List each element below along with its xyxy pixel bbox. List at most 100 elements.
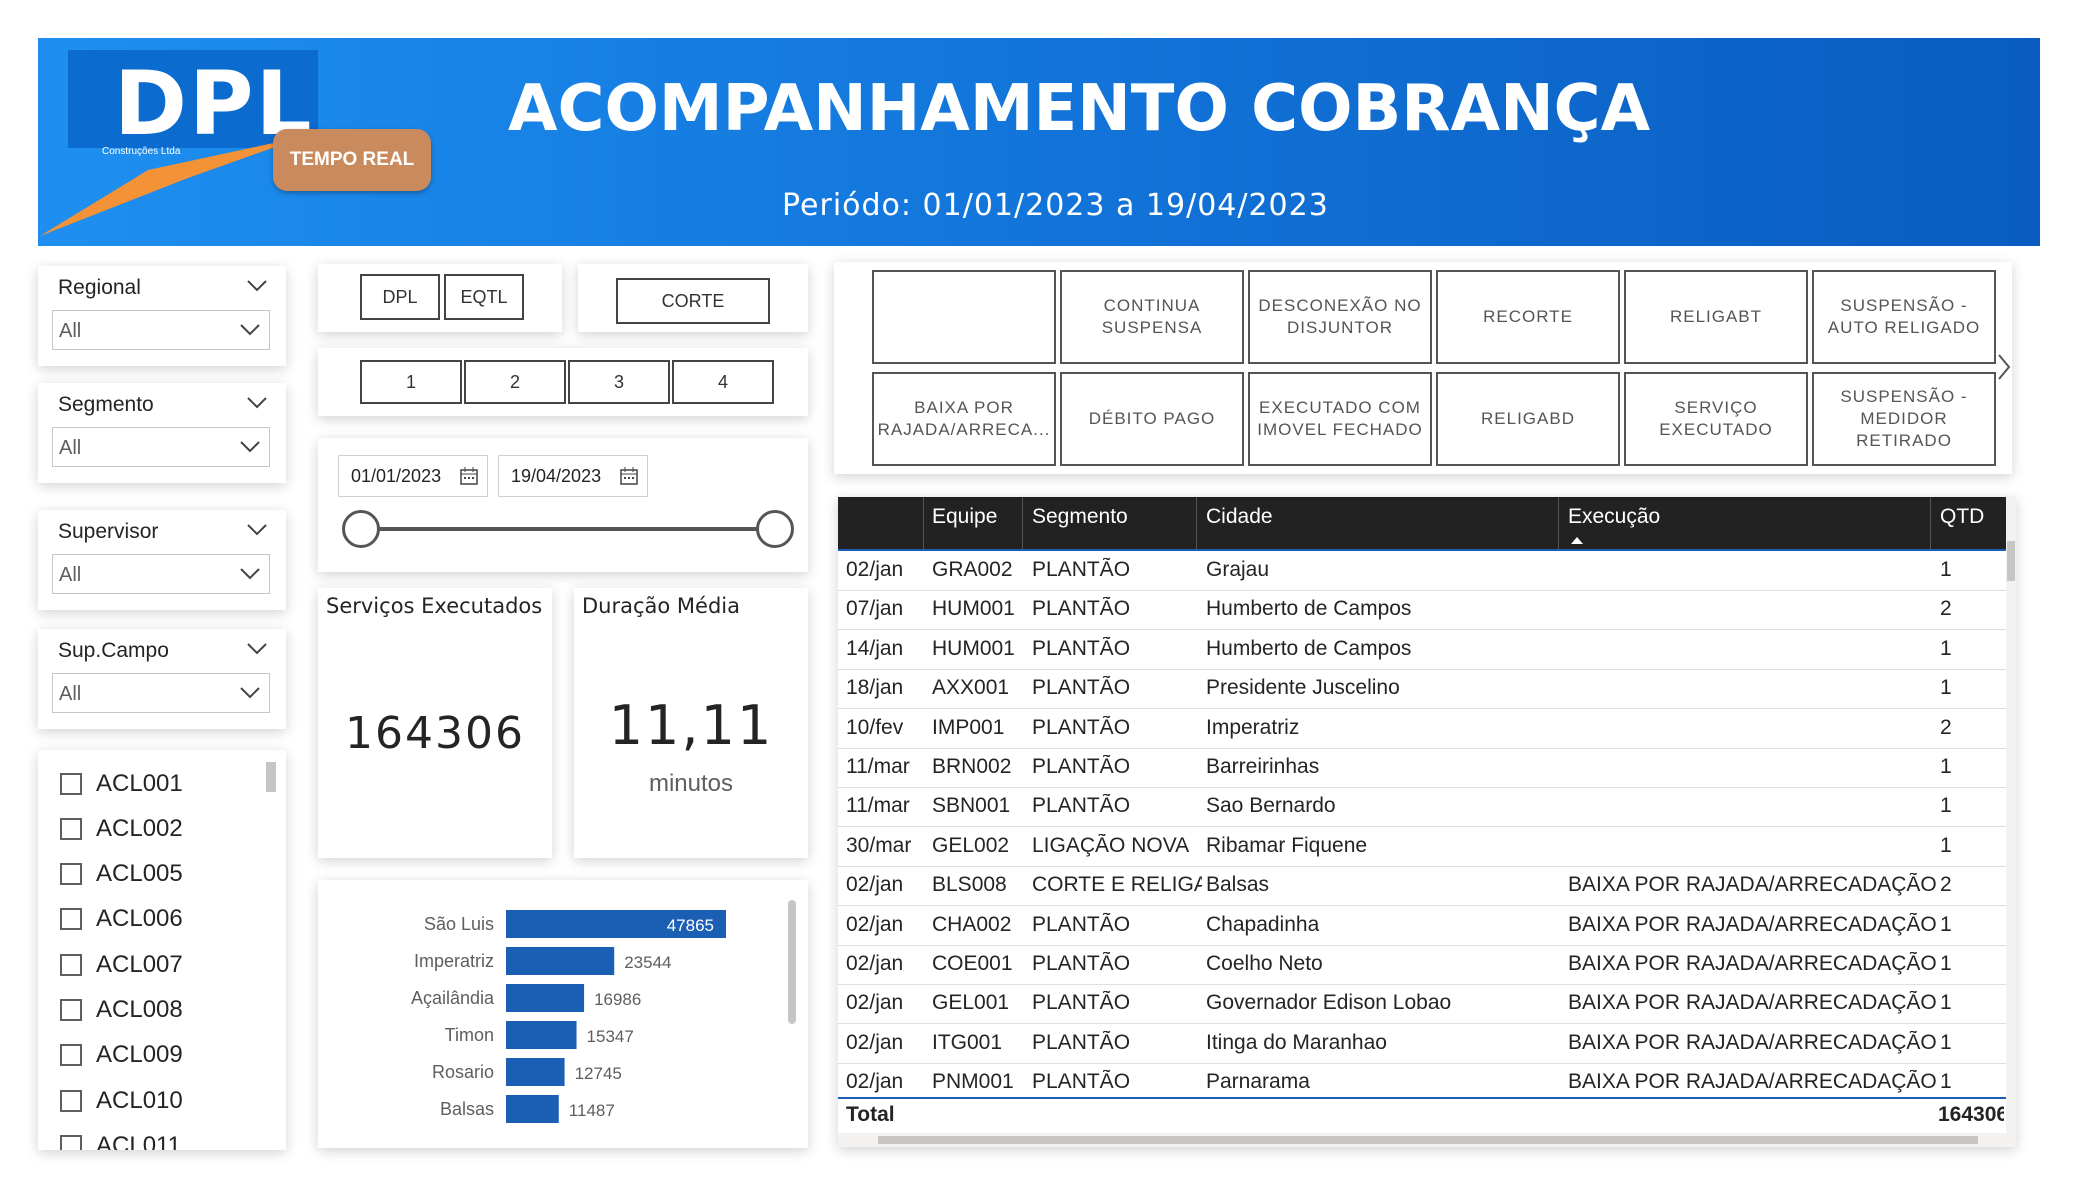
tile-button[interactable]: RELIGABD (1436, 372, 1620, 466)
table-row[interactable]: 14/jan HUM001 PLANTÃO Humberto de Campos 1 (838, 630, 2006, 670)
slicer-supervisor[interactable]: Supervisor All (38, 510, 286, 610)
slicer-regional[interactable]: Regional All (38, 266, 286, 366)
table-row[interactable]: 02/jan PNM001 PLANTÃO Parnarama BAIXA POR RA… (838, 1063, 2006, 1101)
list-item[interactable]: ACL006 (60, 897, 183, 941)
checkbox[interactable] (60, 954, 82, 976)
tile-button[interactable]: SUSPENSÃO - MEDIDOR RETIRADO (1812, 372, 1996, 466)
date-range-slicer[interactable]: 01/01/2023 19/04/2023 (318, 438, 808, 572)
chevron-down-icon[interactable] (246, 395, 268, 411)
number-button-4[interactable]: 4 (672, 360, 774, 404)
calendar-icon[interactable] (459, 466, 479, 486)
column-header[interactable]: QTD (1940, 505, 1984, 529)
table-row[interactable]: 11/mar BRN002 PLANTÃO Barreirinhas 1 (838, 748, 2006, 788)
checkbox[interactable] (60, 773, 82, 795)
list-item[interactable]: ACL002 (60, 807, 183, 851)
checkbox[interactable] (60, 818, 82, 840)
tile-button[interactable]: RELIGABT (1624, 270, 1808, 364)
tile-button[interactable]: EXECUTADO COM IMOVEL FECHADO (1248, 372, 1432, 466)
number-button-1[interactable]: 1 (360, 360, 462, 404)
scrollbar[interactable] (788, 900, 796, 1024)
calendar-icon[interactable] (619, 466, 639, 486)
bar[interactable] (506, 1058, 565, 1086)
end-date-value: 19/04/2023 (511, 465, 602, 486)
table-row[interactable]: 02/jan CHA002 PLANTÃO Chapadinha BAIXA POR R… (838, 906, 2006, 946)
team-checklist[interactable]: ACL001 ACL002 ACL005 ACL006 ACL007 ACL00… (38, 750, 286, 1150)
sup-campo-dropdown[interactable]: All (52, 673, 270, 713)
vertical-scrollbar[interactable] (2006, 497, 2016, 1147)
segmento-dropdown[interactable]: All (52, 427, 270, 467)
chevron-down-icon[interactable] (246, 278, 268, 294)
checkbox[interactable] (60, 1044, 82, 1066)
table-row[interactable]: 10/fev IMP001 PLANTÃO Imperatriz 2 (838, 709, 2006, 749)
tile-button[interactable]: CONTINUA SUSPENSA (1060, 270, 1244, 364)
checkbox[interactable] (60, 999, 82, 1021)
table-row[interactable]: 02/jan GEL001 PLANTÃO Governador Edison Lob… (838, 984, 2006, 1025)
start-date-input[interactable]: 01/01/2023 (338, 455, 488, 497)
chevron-right-icon[interactable] (1996, 352, 2012, 382)
list-item[interactable]: ACL011 (60, 1124, 181, 1150)
table-cell: SBN001 (932, 794, 1011, 818)
tile-button[interactable]: SERVIÇO EXECUTADO (1624, 372, 1808, 466)
scrollbar-thumb[interactable] (2007, 541, 2015, 581)
table-row[interactable]: 18/jan AXX001 PLANTÃO Presidente Juscelino 1 (838, 669, 2006, 710)
list-item[interactable]: ACL005 (60, 852, 183, 896)
tile-button[interactable]: SUSPENSÃO - AUTO RELIGADO (1812, 270, 1996, 364)
start-handle[interactable] (342, 510, 380, 548)
column-header[interactable]: Cidade (1206, 505, 1273, 529)
checkbox[interactable] (60, 863, 82, 885)
scrollbar[interactable] (266, 762, 276, 792)
horizontal-scrollbar[interactable] (838, 1133, 2006, 1147)
table-row[interactable]: 02/jan GRA002 PLANTÃO Grajau 1 (838, 551, 2006, 591)
table-row[interactable]: 07/jan HUM001 PLANTÃO Humberto de Campos 2 (838, 590, 2006, 631)
dropdown-value: All (59, 564, 82, 586)
number-button-2[interactable]: 2 (464, 360, 566, 404)
bar-value-label: 12745 (575, 1064, 622, 1083)
supervisor-dropdown[interactable]: All (52, 554, 270, 594)
regional-dropdown[interactable]: All (52, 310, 270, 350)
bar[interactable] (506, 1021, 577, 1049)
end-date-input[interactable]: 19/04/2023 (498, 455, 648, 497)
corte-button[interactable]: CORTE (616, 278, 770, 324)
table-cell: 02/jan (846, 912, 904, 936)
tile-button[interactable] (872, 270, 1056, 364)
chevron-down-icon[interactable] (246, 641, 268, 657)
scrollbar-thumb[interactable] (878, 1136, 1978, 1144)
checkbox[interactable] (60, 1135, 82, 1150)
column-header[interactable]: Equipe (932, 505, 997, 529)
checkbox[interactable] (60, 908, 82, 930)
table-row[interactable]: 02/jan COE001 PLANTÃO Coelho Neto BAIXA POR … (838, 945, 2006, 985)
table-row[interactable]: 30/mar GEL002 LIGAÇÃO NOVA Ribamar Fiquene 1 (838, 827, 2006, 867)
list-item[interactable]: ACL009 (60, 1033, 183, 1077)
table-cell: 02/jan (846, 873, 904, 897)
services-table[interactable]: Equipe Segmento Cidade Execução QTD 02/j… (838, 497, 2016, 1147)
tile-button[interactable]: DÉBITO PAGO (1060, 372, 1244, 466)
number-button-3[interactable]: 3 (568, 360, 670, 404)
bar[interactable] (506, 1095, 559, 1123)
eqtl-button[interactable]: EQTL (444, 274, 524, 320)
checkbox[interactable] (60, 1090, 82, 1112)
list-item[interactable]: ACL001 (60, 762, 183, 806)
slicer-segmento[interactable]: Segmento All (38, 383, 286, 483)
list-item[interactable]: ACL007 (60, 943, 183, 987)
list-item[interactable]: ACL008 (60, 988, 183, 1032)
checkbox-label: ACL010 (96, 1087, 183, 1114)
end-handle[interactable] (756, 510, 794, 548)
tile-button[interactable]: RECORTE (1436, 270, 1620, 364)
dpl-button[interactable]: DPL (360, 274, 440, 320)
table-row[interactable]: 11/mar SBN001 PLANTÃO Sao Bernardo 1 (838, 787, 2006, 828)
slicer-sup-campo[interactable]: Sup.Campo All (38, 629, 286, 729)
table-row[interactable]: 02/jan BLS008 CORTE E RELIGA Balsas BAIXA PO… (838, 866, 2006, 907)
table-row[interactable]: 02/jan ITG001 PLANTÃO Itinga do Maranhao BAI… (838, 1024, 2006, 1064)
table-cell: 1 (1940, 676, 1952, 700)
tile-button[interactable]: DESCONEXÃO NO DISJUNTOR (1248, 270, 1432, 364)
realtime-button[interactable]: TEMPO REAL (273, 129, 431, 191)
table-cell: PLANTÃO (1032, 755, 1131, 778)
list-item[interactable]: ACL010 (60, 1079, 183, 1123)
chevron-down-icon[interactable] (246, 522, 268, 538)
tile-button[interactable]: BAIXA POR RAJADA/ARRECA... (872, 372, 1056, 466)
table-cell: Barreirinhas (1206, 755, 1320, 778)
bar[interactable] (506, 947, 615, 975)
column-header[interactable]: Execução (1568, 505, 1660, 529)
bar[interactable] (506, 984, 585, 1012)
column-header[interactable]: Segmento (1032, 505, 1128, 529)
